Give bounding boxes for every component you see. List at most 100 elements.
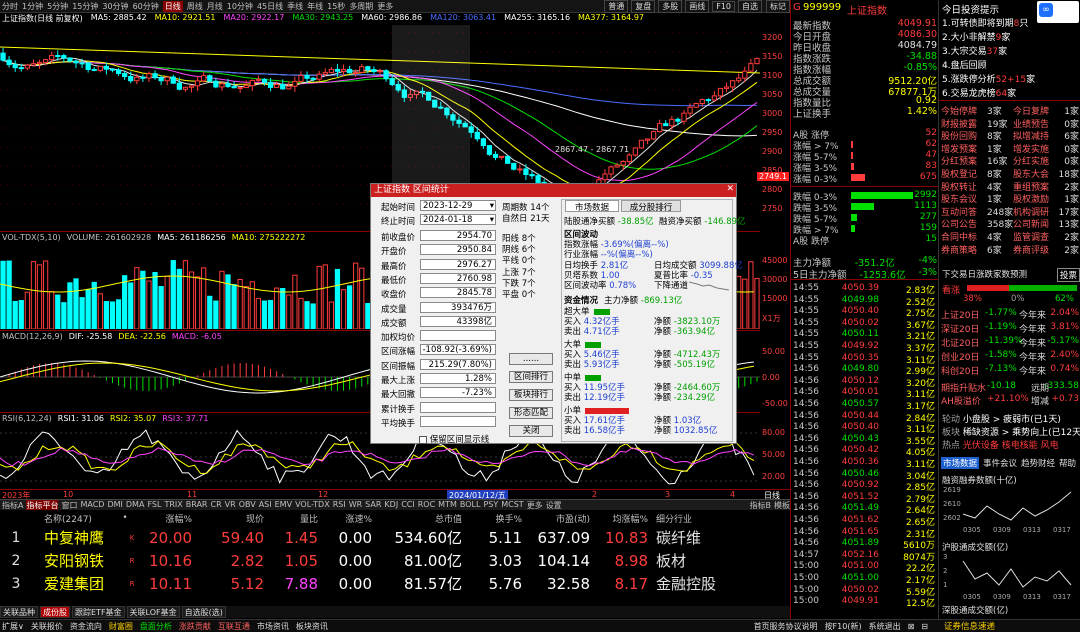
period-tab[interactable]: 10分钟 bbox=[227, 1, 253, 12]
period-tab[interactable]: 季线 bbox=[287, 1, 303, 12]
indicator-tab[interactable]: BRAR bbox=[186, 500, 208, 510]
event-row[interactable]: 合同中标 4家 监管调查 2家 bbox=[941, 230, 1079, 243]
status-item[interactable]: 首页服务协议说明 bbox=[752, 621, 820, 632]
dropdown-icon[interactable]: G bbox=[793, 2, 801, 13]
list-column-header[interactable]: 换手% bbox=[462, 512, 522, 525]
mark-button[interactable]: 标记 bbox=[766, 0, 790, 13]
indicator-tab[interactable]: MTM bbox=[438, 500, 457, 510]
block-tab[interactable]: 关联LOF基金 bbox=[126, 606, 180, 618]
indicator-tab[interactable]: CR bbox=[211, 500, 222, 510]
dialog-button[interactable]: 板块排行 bbox=[509, 389, 553, 401]
info-tab[interactable]: 事件会议 bbox=[983, 457, 1017, 469]
status-item[interactable]: 盘面分析 bbox=[138, 621, 174, 632]
event-row[interactable]: 股权登记 8家 股东大会 18家 bbox=[941, 167, 1079, 180]
period-tab[interactable]: 分时 bbox=[2, 1, 18, 12]
tip-item[interactable]: 5.涨跌停分析52+15家 bbox=[942, 72, 1035, 85]
status-item[interactable]: 涨跌贡献 bbox=[177, 621, 213, 632]
indicator-tab[interactable]: OBV bbox=[239, 500, 256, 510]
indicator-tab[interactable]: SAR bbox=[365, 500, 381, 510]
end-date-input[interactable]: 2024-01-18 ▾ bbox=[420, 214, 496, 225]
indicator-tab[interactable]: VR bbox=[225, 500, 236, 510]
list-column-header[interactable]: • bbox=[112, 513, 138, 523]
block-tab[interactable]: 成份股 bbox=[40, 606, 70, 618]
event-row[interactable]: 今始停牌 3家 今日复牌 1家 bbox=[941, 104, 1079, 117]
indicator-tab[interactable]: DMA bbox=[126, 500, 145, 510]
vote-button[interactable]: 投票 bbox=[1057, 268, 1080, 282]
close-icon[interactable]: ✕ bbox=[726, 184, 734, 194]
indicator-tab[interactable]: WR bbox=[349, 500, 362, 510]
indicator-tab[interactable]: ROC bbox=[418, 500, 435, 510]
event-row[interactable]: 券商策略 6家 券商评级 2家 bbox=[941, 243, 1079, 256]
period-tab[interactable]: 周线 bbox=[187, 1, 203, 12]
period-tab[interactable]: 更多 bbox=[377, 1, 393, 12]
tool-button[interactable]: 画线 bbox=[685, 0, 710, 13]
tool-button[interactable]: 多股 bbox=[658, 0, 683, 13]
tool-button[interactable]: F10 bbox=[712, 0, 735, 12]
tip-item[interactable]: 3.大宗交易37家 bbox=[942, 44, 1007, 57]
status-item[interactable]: 扩展∨ bbox=[0, 621, 26, 632]
status-item[interactable]: ⊠ bbox=[906, 622, 917, 631]
indicator-tab[interactable]: 设置 bbox=[546, 500, 562, 510]
event-row[interactable]: 股份回购 8家 拟增减持 6家 bbox=[941, 129, 1079, 142]
tip-item[interactable]: 6.交易龙虎榜64家 bbox=[942, 86, 1016, 99]
tool-button[interactable]: 复盘 bbox=[631, 0, 656, 13]
indicator-tab[interactable]: 窗口 bbox=[61, 500, 77, 510]
indicator-tab[interactable]: 指标平台 bbox=[26, 500, 59, 510]
status-item[interactable]: ⊟ bbox=[919, 622, 930, 631]
event-row[interactable]: 分红预案 16家 分红实施 0家 bbox=[941, 154, 1079, 167]
status-item[interactable]: 财富圈 bbox=[107, 621, 135, 632]
tip-item[interactable]: 2.大小非解禁9家 bbox=[942, 30, 1010, 43]
block-tab[interactable]: 关联品种 bbox=[0, 606, 38, 618]
event-row[interactable]: 股权转让 4家 重组预案 2家 bbox=[941, 180, 1079, 193]
indicator-tab[interactable]: MACD bbox=[80, 500, 104, 510]
list-column-header[interactable]: 市盈(动) bbox=[522, 512, 590, 525]
indicator-tab[interactable]: PSY bbox=[483, 500, 498, 510]
period-tab[interactable]: 1分钟 bbox=[22, 1, 43, 12]
status-item[interactable]: 资金流向 bbox=[68, 621, 104, 632]
keep-range-checkbox[interactable]: 保留区间显示线 bbox=[419, 433, 489, 445]
tab-market-data[interactable]: 市场数据 bbox=[565, 200, 619, 213]
status-item[interactable]: 系统退出 bbox=[867, 621, 903, 632]
period-tab[interactable]: 日线 bbox=[162, 0, 183, 12]
indicator-tab[interactable]: KDJ bbox=[384, 500, 398, 510]
indicator-tab[interactable]: ASI bbox=[259, 500, 272, 510]
start-date-input[interactable]: 2023-12-29 ▾ bbox=[420, 200, 496, 211]
indicator-tab[interactable]: 指标B bbox=[750, 500, 772, 510]
indicator-tab[interactable]: FSL bbox=[147, 500, 161, 510]
table-row[interactable]: 3 爱建集团 R 10.11 5.12 7.88 0.00 81.57亿 5.76 32.58 8.… bbox=[0, 572, 790, 595]
table-row[interactable]: 1 中复神鹰 K 20.00 59.40 1.45 0.00 534.60亿 5.11 637.0… bbox=[0, 526, 790, 549]
dialog-button[interactable]: 区间排行 bbox=[509, 371, 553, 383]
period-tab[interactable]: 30分钟 bbox=[102, 1, 128, 12]
event-row[interactable]: 股东会议 1家 股权激励 1家 bbox=[941, 192, 1079, 205]
list-column-header[interactable]: 总市值 bbox=[372, 512, 462, 525]
list-column-header[interactable]: 涨速% bbox=[318, 512, 372, 525]
dialog-button[interactable]: 关闭 bbox=[509, 425, 553, 437]
indicator-tab[interactable]: 模板 bbox=[774, 500, 790, 510]
period-tab[interactable]: 5分钟 bbox=[47, 1, 68, 12]
status-item[interactable]: 互联互通 bbox=[216, 621, 252, 632]
dialog-button[interactable]: 形态匹配 bbox=[509, 407, 553, 419]
block-tab[interactable]: 自选股(选) bbox=[181, 606, 226, 618]
indicator-tab[interactable]: DMI bbox=[107, 500, 122, 510]
status-item[interactable]: 按F10(新) bbox=[823, 621, 864, 632]
indicator-tab[interactable]: MCST bbox=[501, 500, 523, 510]
indicator-tab[interactable]: EMV bbox=[275, 500, 292, 510]
list-column-header[interactable]: 细分行业 bbox=[648, 512, 728, 525]
event-row[interactable]: 公司公告 358家 公司新闻 13家 bbox=[941, 217, 1079, 230]
list-column-header[interactable]: 名称(2247) bbox=[0, 512, 112, 525]
period-tab[interactable]: 15分钟 bbox=[72, 1, 98, 12]
tab-component-rank[interactable]: 成分股排行 bbox=[621, 200, 681, 213]
block-tab[interactable]: 跟踪ETF基金 bbox=[72, 606, 125, 618]
indicator-tab[interactable]: TRIX bbox=[164, 500, 182, 510]
indicator-tab[interactable]: CCI bbox=[401, 500, 415, 510]
period-tab[interactable]: 月线 bbox=[207, 1, 223, 12]
period-tab[interactable]: 45日线 bbox=[257, 1, 283, 12]
tip-item[interactable]: 4.盘后回顾 bbox=[942, 58, 987, 71]
list-column-header[interactable]: 现价 bbox=[192, 512, 264, 525]
tool-button[interactable]: 普通 bbox=[604, 0, 629, 13]
event-row[interactable]: 财报披露 19家 业绩预告 0家 bbox=[941, 117, 1079, 130]
indicator-tab[interactable]: RSI bbox=[333, 500, 346, 510]
indicator-tab[interactable]: BOLL bbox=[460, 500, 481, 510]
status-item[interactable]: 市场资讯 bbox=[255, 621, 291, 632]
info-tab[interactable]: 帮助 bbox=[1059, 457, 1076, 469]
